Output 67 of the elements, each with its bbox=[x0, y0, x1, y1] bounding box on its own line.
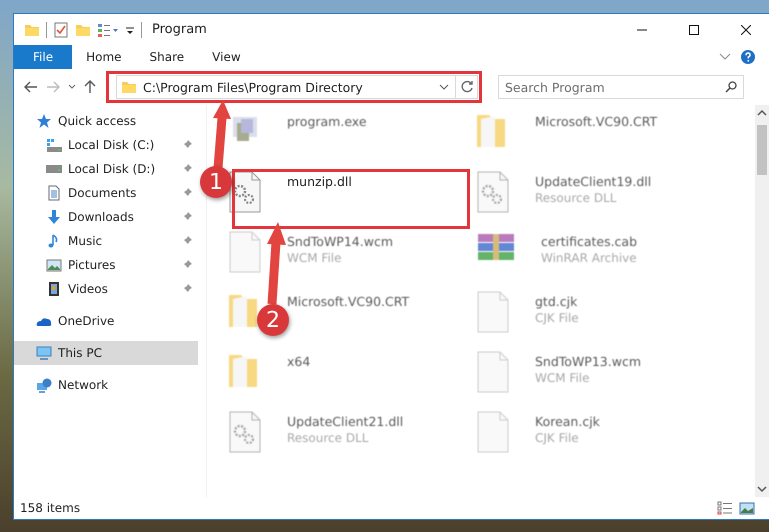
window-title: Program bbox=[152, 22, 208, 37]
address-bar[interactable]: C:\Program Files\Program Directory bbox=[116, 75, 478, 99]
star-icon bbox=[36, 113, 52, 129]
gear-file-icon bbox=[227, 411, 263, 453]
sidebar-item[interactable]: Local Disk (C:) bbox=[14, 133, 198, 157]
gear-file-icon bbox=[475, 171, 511, 213]
blank-file-icon bbox=[475, 411, 511, 453]
checklist-icon[interactable] bbox=[53, 22, 69, 38]
up-button[interactable] bbox=[82, 78, 98, 96]
details-view-icon[interactable] bbox=[717, 501, 733, 515]
sidebar-item[interactable]: OneDrive bbox=[14, 309, 198, 333]
blank-file-icon bbox=[475, 351, 511, 393]
pin-icon[interactable] bbox=[182, 188, 192, 198]
expand-ribbon-icon[interactable] bbox=[719, 53, 731, 61]
monitor-icon bbox=[36, 345, 52, 361]
file-type: CJK File bbox=[535, 311, 579, 325]
sidebar-item[interactable]: Quick access bbox=[14, 109, 198, 133]
sidebar-item[interactable]: Pictures bbox=[14, 253, 198, 277]
back-button[interactable] bbox=[22, 79, 40, 95]
pin-icon[interactable] bbox=[182, 212, 192, 222]
download-arrow-icon bbox=[46, 209, 62, 225]
folder-icon bbox=[121, 79, 137, 95]
maximize-icon[interactable] bbox=[689, 24, 699, 34]
pin-icon[interactable] bbox=[182, 164, 192, 174]
file-type: WinRAR Archive bbox=[541, 251, 638, 265]
sidebar-item[interactable]: Documents bbox=[14, 181, 198, 205]
file-type: Resource DLL bbox=[535, 191, 618, 205]
file-name[interactable]: munzip.dll bbox=[287, 174, 352, 189]
ribbon-tab[interactable]: Home bbox=[72, 45, 136, 69]
sidebar-item[interactable]: This PC bbox=[14, 341, 198, 365]
blank-file-icon bbox=[227, 231, 263, 273]
file-type: CJK File bbox=[535, 431, 580, 445]
list-icon[interactable] bbox=[97, 22, 119, 38]
pin-icon[interactable] bbox=[182, 284, 192, 294]
file-type: WCM File bbox=[535, 371, 590, 385]
network-icon bbox=[36, 377, 52, 393]
sidebar-item[interactable]: Downloads bbox=[14, 205, 198, 229]
annotation-arrow bbox=[213, 100, 231, 168]
drive-icon bbox=[46, 137, 62, 153]
large-icons-view-icon[interactable] bbox=[739, 501, 755, 515]
search-icon bbox=[725, 81, 737, 93]
file-type: WCM File bbox=[287, 251, 342, 265]
blank-file-icon bbox=[475, 291, 511, 333]
dropdown-icon[interactable] bbox=[439, 84, 449, 90]
sidebar-item[interactable]: Videos bbox=[14, 277, 198, 301]
sidebar-item[interactable]: Music bbox=[14, 229, 198, 253]
scrollbar[interactable] bbox=[755, 105, 769, 497]
pin-icon[interactable] bbox=[182, 236, 192, 246]
document-icon bbox=[46, 185, 62, 201]
address-path: C:\Program Files\Program Directory bbox=[143, 80, 364, 94]
search-field[interactable]: Search Program bbox=[498, 75, 744, 99]
pin-icon[interactable] bbox=[182, 260, 192, 270]
minimize-icon[interactable] bbox=[637, 28, 647, 30]
refresh-icon[interactable] bbox=[460, 80, 474, 94]
picture-icon bbox=[46, 257, 62, 273]
ribbon-tab[interactable]: View bbox=[198, 45, 255, 69]
close-icon[interactable] bbox=[741, 24, 751, 34]
film-icon bbox=[46, 281, 62, 297]
scroll-thumb[interactable] bbox=[757, 125, 767, 175]
sidebar-item[interactable]: Local Disk (D:) bbox=[14, 157, 198, 181]
ribbon-tab[interactable]: Share bbox=[136, 45, 198, 69]
file-type: Resource DLL bbox=[287, 431, 370, 445]
help-icon[interactable] bbox=[741, 50, 755, 64]
pin-icon[interactable] bbox=[182, 140, 192, 150]
item-count: 158 items bbox=[20, 501, 80, 515]
sidebar-item[interactable]: Network bbox=[14, 373, 198, 397]
file-menu-tab[interactable]: File bbox=[14, 45, 72, 69]
